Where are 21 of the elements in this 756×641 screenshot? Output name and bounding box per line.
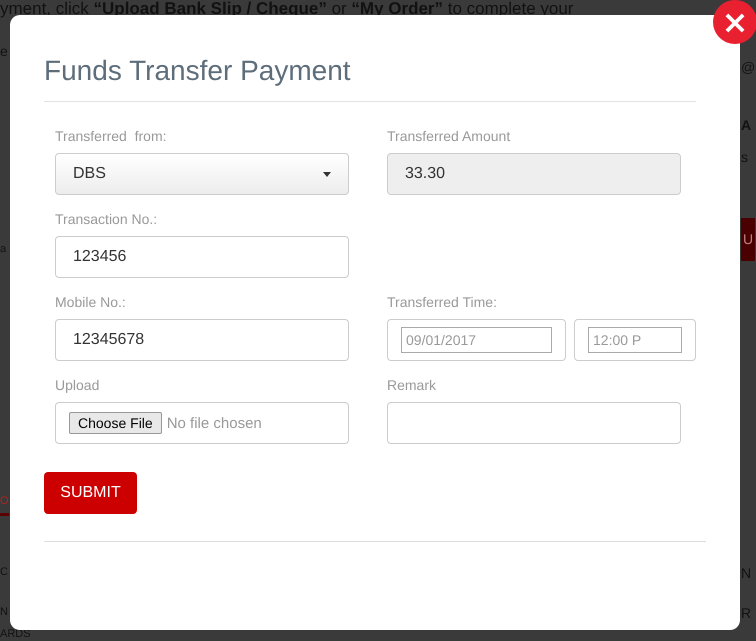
input-field[interactable]: 33.30 [387, 153, 681, 195]
page-text: @ [741, 60, 756, 76]
field-label: Remark [387, 377, 436, 393]
field-label: Mobile No.: [55, 294, 126, 310]
field-label: Transferred Time: [387, 294, 497, 310]
file-status: No file chosen [166, 414, 262, 432]
submit-button[interactable]: SUBMIT [44, 472, 137, 514]
choose-file-button[interactable]: Choose File [69, 412, 162, 434]
file-field[interactable]: Choose File No file chosen [55, 402, 349, 444]
field-label: Transferred from: [55, 128, 167, 144]
close-button[interactable]: × [713, 0, 756, 44]
input-field[interactable]: 123456 [55, 236, 349, 278]
caret-icon [323, 172, 331, 176]
field-label: Transferred Amount [387, 128, 510, 144]
input-field[interactable]: 12345678 [55, 319, 349, 361]
input-field[interactable] [387, 402, 681, 444]
bank-select[interactable]: DBS [55, 153, 349, 195]
field-label: Upload [55, 377, 100, 393]
page-button[interactable]: U [741, 218, 756, 262]
dialog-title: Funds Transfer Payment [44, 55, 696, 102]
field-label: Transaction No.: [55, 211, 158, 227]
